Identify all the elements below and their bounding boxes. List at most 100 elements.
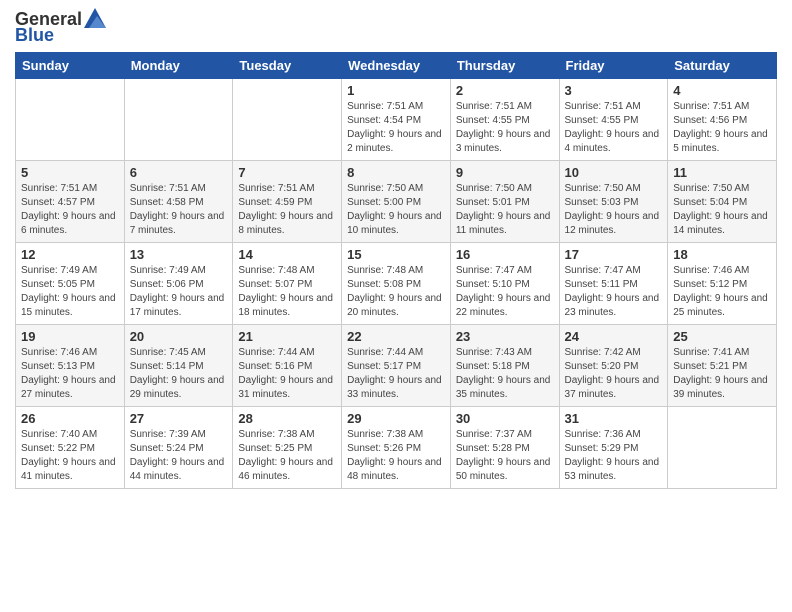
calendar-cell	[124, 79, 233, 161]
day-info: Sunrise: 7:39 AM Sunset: 5:24 PM Dayligh…	[130, 428, 228, 484]
calendar-cell: 12Sunrise: 7:49 AM Sunset: 5:05 PM Dayli…	[16, 243, 125, 325]
day-info: Sunrise: 7:48 AM Sunset: 5:08 PM Dayligh…	[347, 264, 445, 320]
day-info: Sunrise: 7:51 AM Sunset: 4:59 PM Dayligh…	[238, 182, 336, 238]
calendar-cell: 26 Sunrise: 7:40 AM Sunset: 5:22 PM Dayli…	[16, 407, 125, 489]
calendar-cell: 17 Sunrise: 7:47 AM Sunset: 5:11 PM Dayli…	[559, 243, 668, 325]
day-info: Sunrise: 7:49 AM Sunset: 5:06 PM Dayligh…	[130, 264, 228, 320]
day-number: 20	[130, 329, 228, 344]
day-number: 18	[673, 247, 771, 262]
day-number: 25	[673, 329, 771, 344]
calendar-cell: 19 Sunrise: 7:46 AM Sunset: 5:13 PM Dayli…	[16, 325, 125, 407]
calendar-cell: 9 Sunrise: 7:50 AM Sunset: 5:01 PM Daylig…	[450, 161, 559, 243]
calendar-cell: 24 Sunrise: 7:42 AM Sunset: 5:20 PM Dayli…	[559, 325, 668, 407]
weekday-header-thursday: Thursday	[450, 53, 559, 79]
day-number: 28	[238, 411, 336, 426]
day-info: Sunrise: 7:48 AM Sunset: 5:07 PM Dayligh…	[238, 264, 336, 320]
calendar-cell	[233, 79, 342, 161]
day-info: Sunrise: 7:51 AM Sunset: 4:58 PM Dayligh…	[130, 182, 228, 238]
calendar-cell	[668, 407, 777, 489]
calendar-cell: 3 Sunrise: 7:51 AM Sunset: 4:55 PM Daylig…	[559, 79, 668, 161]
day-number: 26	[21, 411, 119, 426]
calendar-cell: 6 Sunrise: 7:51 AM Sunset: 4:58 PM Daylig…	[124, 161, 233, 243]
day-info: Sunrise: 7:46 AM Sunset: 5:12 PM Dayligh…	[673, 264, 771, 320]
day-number: 13	[130, 247, 228, 262]
calendar-cell: 13 Sunrise: 7:49 AM Sunset: 5:06 PM Dayli…	[124, 243, 233, 325]
calendar-cell: 18 Sunrise: 7:46 AM Sunset: 5:12 PM Dayli…	[668, 243, 777, 325]
calendar-cell: 25 Sunrise: 7:41 AM Sunset: 5:21 PM Dayli…	[668, 325, 777, 407]
calendar-cell: 16Sunrise: 7:47 AM Sunset: 5:10 PM Dayli…	[450, 243, 559, 325]
calendar-cell: 5 Sunrise: 7:51 AM Sunset: 4:57 PM Daylig…	[16, 161, 125, 243]
day-info: Sunrise: 7:51 AM Sunset: 4:55 PM Dayligh…	[456, 100, 554, 156]
calendar-cell: 14 Sunrise: 7:48 AM Sunset: 5:07 PM Dayli…	[233, 243, 342, 325]
day-number: 22	[347, 329, 445, 344]
day-number: 21	[238, 329, 336, 344]
day-number: 15	[347, 247, 445, 262]
weekday-header-row: SundayMondayTuesdayWednesdayThursdayFrid…	[16, 53, 777, 79]
day-info: Sunrise: 7:38 AM Sunset: 5:26 PM Dayligh…	[347, 428, 445, 484]
day-number: 19	[21, 329, 119, 344]
day-number: 8	[347, 165, 445, 180]
day-info: Sunrise: 7:46 AM Sunset: 5:13 PM Dayligh…	[21, 346, 119, 402]
calendar-cell: 1 Sunrise: 7:51 AM Sunset: 4:54 PM Daylig…	[342, 79, 451, 161]
day-info: Sunrise: 7:45 AM Sunset: 5:14 PM Dayligh…	[130, 346, 228, 402]
day-info: Sunrise: 7:51 AM Sunset: 4:54 PM Dayligh…	[347, 100, 445, 156]
calendar-week-row: 1 Sunrise: 7:51 AM Sunset: 4:54 PM Daylig…	[16, 79, 777, 161]
calendar-cell: 30 Sunrise: 7:37 AM Sunset: 5:28 PM Dayli…	[450, 407, 559, 489]
calendar-cell: 11 Sunrise: 7:50 AM Sunset: 5:04 PM Dayli…	[668, 161, 777, 243]
day-info: Sunrise: 7:40 AM Sunset: 5:22 PM Dayligh…	[21, 428, 119, 484]
day-info: Sunrise: 7:41 AM Sunset: 5:21 PM Dayligh…	[673, 346, 771, 402]
day-number: 9	[456, 165, 554, 180]
day-info: Sunrise: 7:37 AM Sunset: 5:28 PM Dayligh…	[456, 428, 554, 484]
day-number: 10	[565, 165, 663, 180]
day-info: Sunrise: 7:51 AM Sunset: 4:56 PM Dayligh…	[673, 100, 771, 156]
day-number: 6	[130, 165, 228, 180]
calendar-cell: 15 Sunrise: 7:48 AM Sunset: 5:08 PM Dayli…	[342, 243, 451, 325]
logo: General Blue	[15, 10, 106, 44]
calendar-cell: 22 Sunrise: 7:44 AM Sunset: 5:17 PM Dayli…	[342, 325, 451, 407]
day-info: Sunrise: 7:50 AM Sunset: 5:00 PM Dayligh…	[347, 182, 445, 238]
day-info: Sunrise: 7:51 AM Sunset: 4:57 PM Dayligh…	[21, 182, 119, 238]
calendar-cell: 4 Sunrise: 7:51 AM Sunset: 4:56 PM Daylig…	[668, 79, 777, 161]
page: General Blue SundayMondayTuesdayWednesda…	[0, 0, 792, 612]
calendar-week-row: 26 Sunrise: 7:40 AM Sunset: 5:22 PM Dayli…	[16, 407, 777, 489]
weekday-header-saturday: Saturday	[668, 53, 777, 79]
day-number: 30	[456, 411, 554, 426]
logo-blue-text: Blue	[15, 26, 54, 44]
weekday-header-sunday: Sunday	[16, 53, 125, 79]
day-info: Sunrise: 7:36 AM Sunset: 5:29 PM Dayligh…	[565, 428, 663, 484]
day-info: Sunrise: 7:49 AM Sunset: 5:05 PM Dayligh…	[21, 264, 119, 320]
calendar-cell: 27 Sunrise: 7:39 AM Sunset: 5:24 PM Dayli…	[124, 407, 233, 489]
day-info: Sunrise: 7:44 AM Sunset: 5:17 PM Dayligh…	[347, 346, 445, 402]
calendar-cell: 23Sunrise: 7:43 AM Sunset: 5:18 PM Dayli…	[450, 325, 559, 407]
day-number: 17	[565, 247, 663, 262]
day-number: 16	[456, 247, 554, 262]
day-info: Sunrise: 7:50 AM Sunset: 5:01 PM Dayligh…	[456, 182, 554, 238]
weekday-header-monday: Monday	[124, 53, 233, 79]
calendar-cell: 2 Sunrise: 7:51 AM Sunset: 4:55 PM Daylig…	[450, 79, 559, 161]
calendar-cell: 21Sunrise: 7:44 AM Sunset: 5:16 PM Dayli…	[233, 325, 342, 407]
day-number: 23	[456, 329, 554, 344]
day-number: 2	[456, 83, 554, 98]
day-number: 29	[347, 411, 445, 426]
header: General Blue	[15, 10, 777, 44]
day-info: Sunrise: 7:47 AM Sunset: 5:11 PM Dayligh…	[565, 264, 663, 320]
calendar-cell: 10Sunrise: 7:50 AM Sunset: 5:03 PM Dayli…	[559, 161, 668, 243]
day-number: 1	[347, 83, 445, 98]
day-number: 11	[673, 165, 771, 180]
calendar-cell	[16, 79, 125, 161]
day-number: 5	[21, 165, 119, 180]
day-number: 14	[238, 247, 336, 262]
day-number: 27	[130, 411, 228, 426]
day-number: 4	[673, 83, 771, 98]
day-info: Sunrise: 7:51 AM Sunset: 4:55 PM Dayligh…	[565, 100, 663, 156]
calendar-cell: 8 Sunrise: 7:50 AM Sunset: 5:00 PM Daylig…	[342, 161, 451, 243]
day-info: Sunrise: 7:50 AM Sunset: 5:04 PM Dayligh…	[673, 182, 771, 238]
day-info: Sunrise: 7:42 AM Sunset: 5:20 PM Dayligh…	[565, 346, 663, 402]
logo-icon	[84, 8, 106, 28]
day-number: 3	[565, 83, 663, 98]
day-info: Sunrise: 7:38 AM Sunset: 5:25 PM Dayligh…	[238, 428, 336, 484]
calendar-cell: 31Sunrise: 7:36 AM Sunset: 5:29 PM Dayli…	[559, 407, 668, 489]
day-number: 24	[565, 329, 663, 344]
calendar-cell: 28 Sunrise: 7:38 AM Sunset: 5:25 PM Dayli…	[233, 407, 342, 489]
calendar-week-row: 12Sunrise: 7:49 AM Sunset: 5:05 PM Dayli…	[16, 243, 777, 325]
